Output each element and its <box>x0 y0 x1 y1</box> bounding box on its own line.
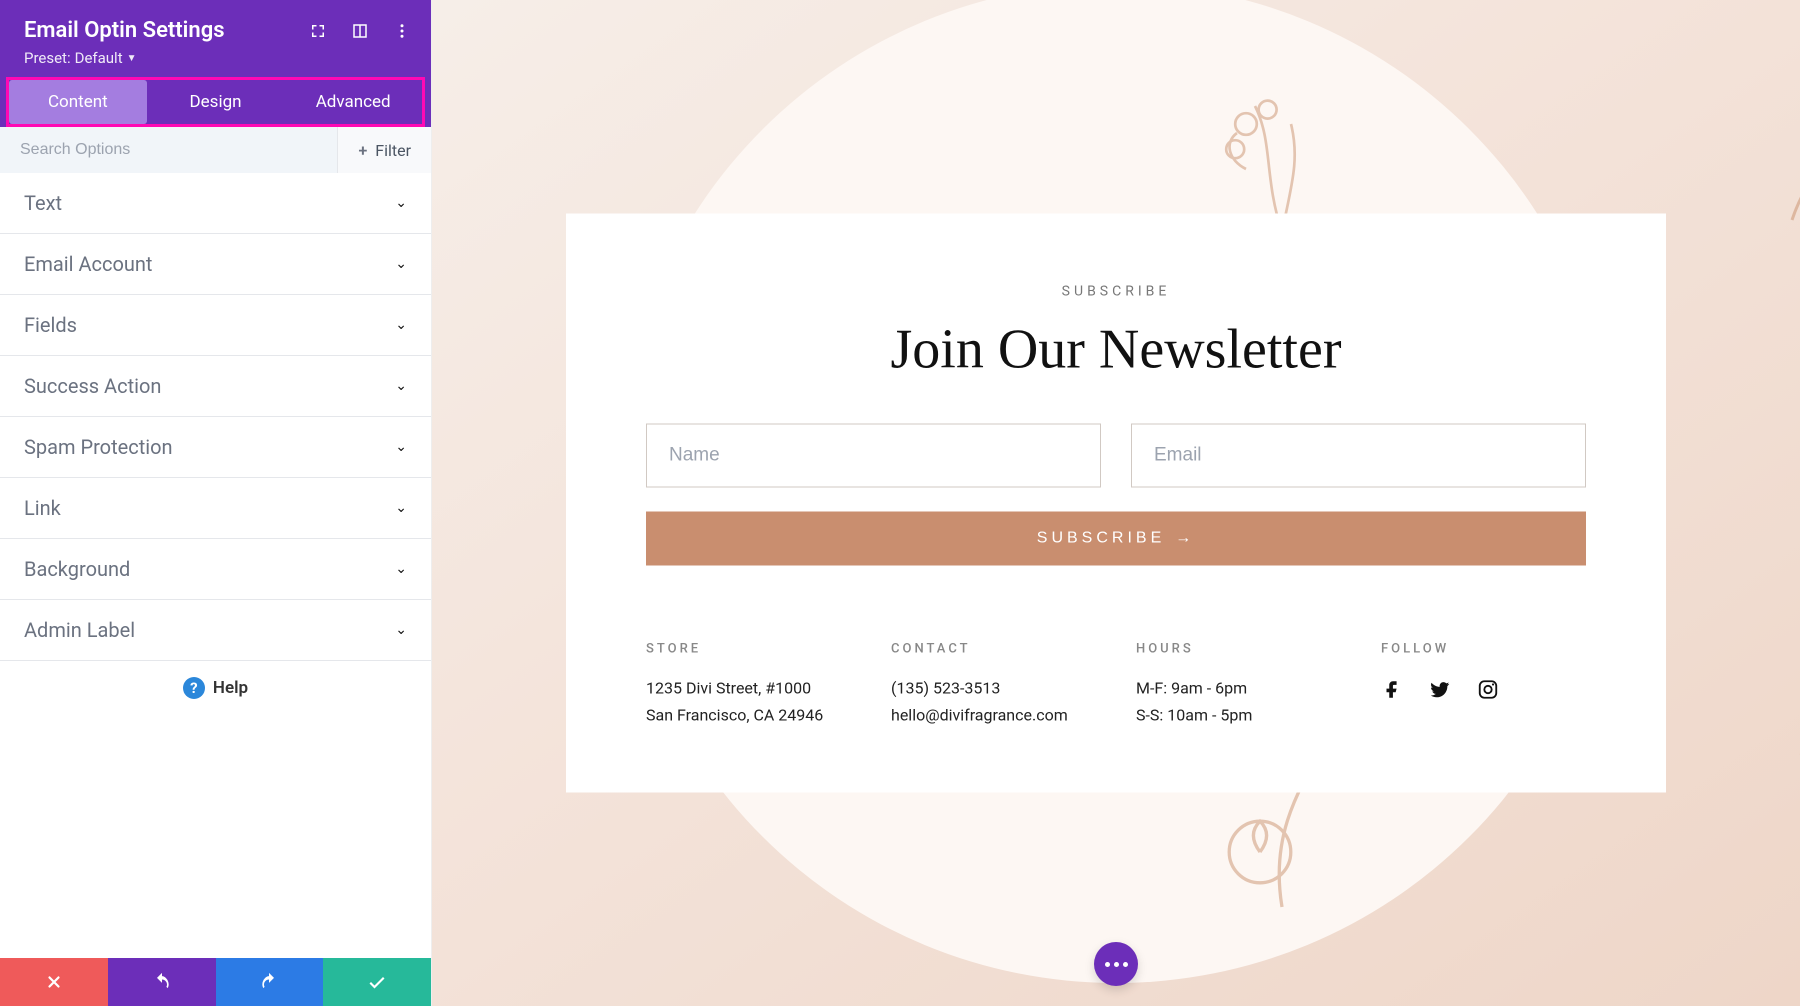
panel-header: Email Optin Settings Preset: Default ▼ <box>0 0 431 77</box>
tab-design[interactable]: Design <box>147 80 285 124</box>
newsletter-title: Join Our Newsletter <box>646 318 1586 382</box>
info-heading: CONTACT <box>891 642 1096 657</box>
section-background[interactable]: Background ⌄ <box>0 539 431 600</box>
info-line: (135) 523-3513 <box>891 679 1096 698</box>
filter-button[interactable]: + Filter <box>337 127 431 173</box>
preset-selector[interactable]: Preset: Default ▼ <box>24 49 407 67</box>
plus-icon: + <box>358 141 367 160</box>
dot-icon <box>1123 962 1128 967</box>
chevron-down-icon: ⌄ <box>395 561 407 577</box>
chevron-down-icon: ⌄ <box>395 622 407 638</box>
section-label: Admin Label <box>24 618 135 642</box>
accordion-list: Text ⌄ Email Account ⌄ Fields ⌄ Success … <box>0 173 431 958</box>
action-bar <box>0 958 431 1006</box>
tab-content[interactable]: Content <box>9 80 147 124</box>
redo-button[interactable] <box>216 958 324 1006</box>
twitter-icon[interactable] <box>1429 679 1451 701</box>
dot-icon <box>1114 962 1119 967</box>
subscribe-button[interactable]: SUBSCRIBE → <box>646 512 1586 566</box>
info-heading: STORE <box>646 642 851 657</box>
facebook-icon[interactable] <box>1381 679 1403 701</box>
filter-label: Filter <box>375 141 411 160</box>
section-fields[interactable]: Fields ⌄ <box>0 295 431 356</box>
newsletter-kicker: SUBSCRIBE <box>646 284 1586 300</box>
section-email-account[interactable]: Email Account ⌄ <box>0 234 431 295</box>
newsletter-card: SUBSCRIBE Join Our Newsletter SUBSCRIBE … <box>566 214 1666 793</box>
preset-label: Preset: <box>24 49 71 67</box>
section-text[interactable]: Text ⌄ <box>0 173 431 234</box>
tab-bar: Content Design Advanced <box>0 77 431 127</box>
layout-icon[interactable] <box>349 20 371 42</box>
info-follow: FOLLOW <box>1381 642 1586 733</box>
save-button[interactable] <box>323 958 431 1006</box>
expand-icon[interactable] <box>307 20 329 42</box>
info-line: San Francisco, CA 24946 <box>646 706 851 725</box>
info-line: 1235 Divi Street, #1000 <box>646 679 851 698</box>
section-label: Fields <box>24 313 77 337</box>
tab-advanced[interactable]: Advanced <box>284 80 422 124</box>
preset-value: Default <box>75 49 123 67</box>
social-row <box>1381 679 1586 701</box>
more-icon[interactable] <box>391 20 413 42</box>
info-store: STORE 1235 Divi Street, #1000 San Franci… <box>646 642 851 733</box>
section-label: Background <box>24 557 130 581</box>
help-icon: ? <box>183 677 205 699</box>
section-label: Email Account <box>24 252 152 276</box>
info-hours: HOURS M-F: 9am - 6pm S-S: 10am - 5pm <box>1136 642 1341 733</box>
section-success-action[interactable]: Success Action ⌄ <box>0 356 431 417</box>
section-admin-label[interactable]: Admin Label ⌄ <box>0 600 431 661</box>
chevron-down-icon: ⌄ <box>395 317 407 333</box>
chevron-down-icon: ⌄ <box>395 439 407 455</box>
chevron-down-icon: ⌄ <box>395 195 407 211</box>
section-label: Spam Protection <box>24 435 173 459</box>
name-field[interactable] <box>646 424 1101 488</box>
arrow-right-icon: → <box>1175 530 1195 548</box>
info-line: S-S: 10am - 5pm <box>1136 706 1341 725</box>
page-actions-fab[interactable] <box>1094 942 1138 986</box>
section-label: Text <box>24 191 62 215</box>
undo-button[interactable] <box>108 958 216 1006</box>
info-grid: STORE 1235 Divi Street, #1000 San Franci… <box>646 642 1586 733</box>
chevron-down-icon: ⌄ <box>395 500 407 516</box>
settings-sidebar: Email Optin Settings Preset: Default ▼ C… <box>0 0 432 1006</box>
info-contact: CONTACT (135) 523-3513 hello@divifragran… <box>891 642 1096 733</box>
info-line: M-F: 9am - 6pm <box>1136 679 1341 698</box>
chevron-down-icon: ⌄ <box>395 378 407 394</box>
optin-form-row <box>646 424 1586 488</box>
search-row: + Filter <box>0 127 431 173</box>
info-heading: HOURS <box>1136 642 1341 657</box>
chevron-down-icon: ▼ <box>127 53 137 64</box>
info-heading: FOLLOW <box>1381 642 1586 657</box>
subscribe-button-label: SUBSCRIBE <box>1037 530 1165 548</box>
info-line: hello@divifragrance.com <box>891 706 1096 725</box>
section-spam-protection[interactable]: Spam Protection ⌄ <box>0 417 431 478</box>
preview-canvas: SUBSCRIBE Join Our Newsletter SUBSCRIBE … <box>432 0 1800 1006</box>
section-link[interactable]: Link ⌄ <box>0 478 431 539</box>
instagram-icon[interactable] <box>1477 679 1499 701</box>
section-label: Link <box>24 496 61 520</box>
section-label: Success Action <box>24 374 161 398</box>
dot-icon <box>1105 962 1110 967</box>
email-field[interactable] <box>1131 424 1586 488</box>
floral-decoration <box>1752 60 1800 260</box>
floral-decoration <box>1752 720 1800 940</box>
search-input[interactable] <box>0 127 337 173</box>
help-label: Help <box>213 678 248 698</box>
help-button[interactable]: ? Help <box>0 661 431 715</box>
cancel-button[interactable] <box>0 958 108 1006</box>
chevron-down-icon: ⌄ <box>395 256 407 272</box>
